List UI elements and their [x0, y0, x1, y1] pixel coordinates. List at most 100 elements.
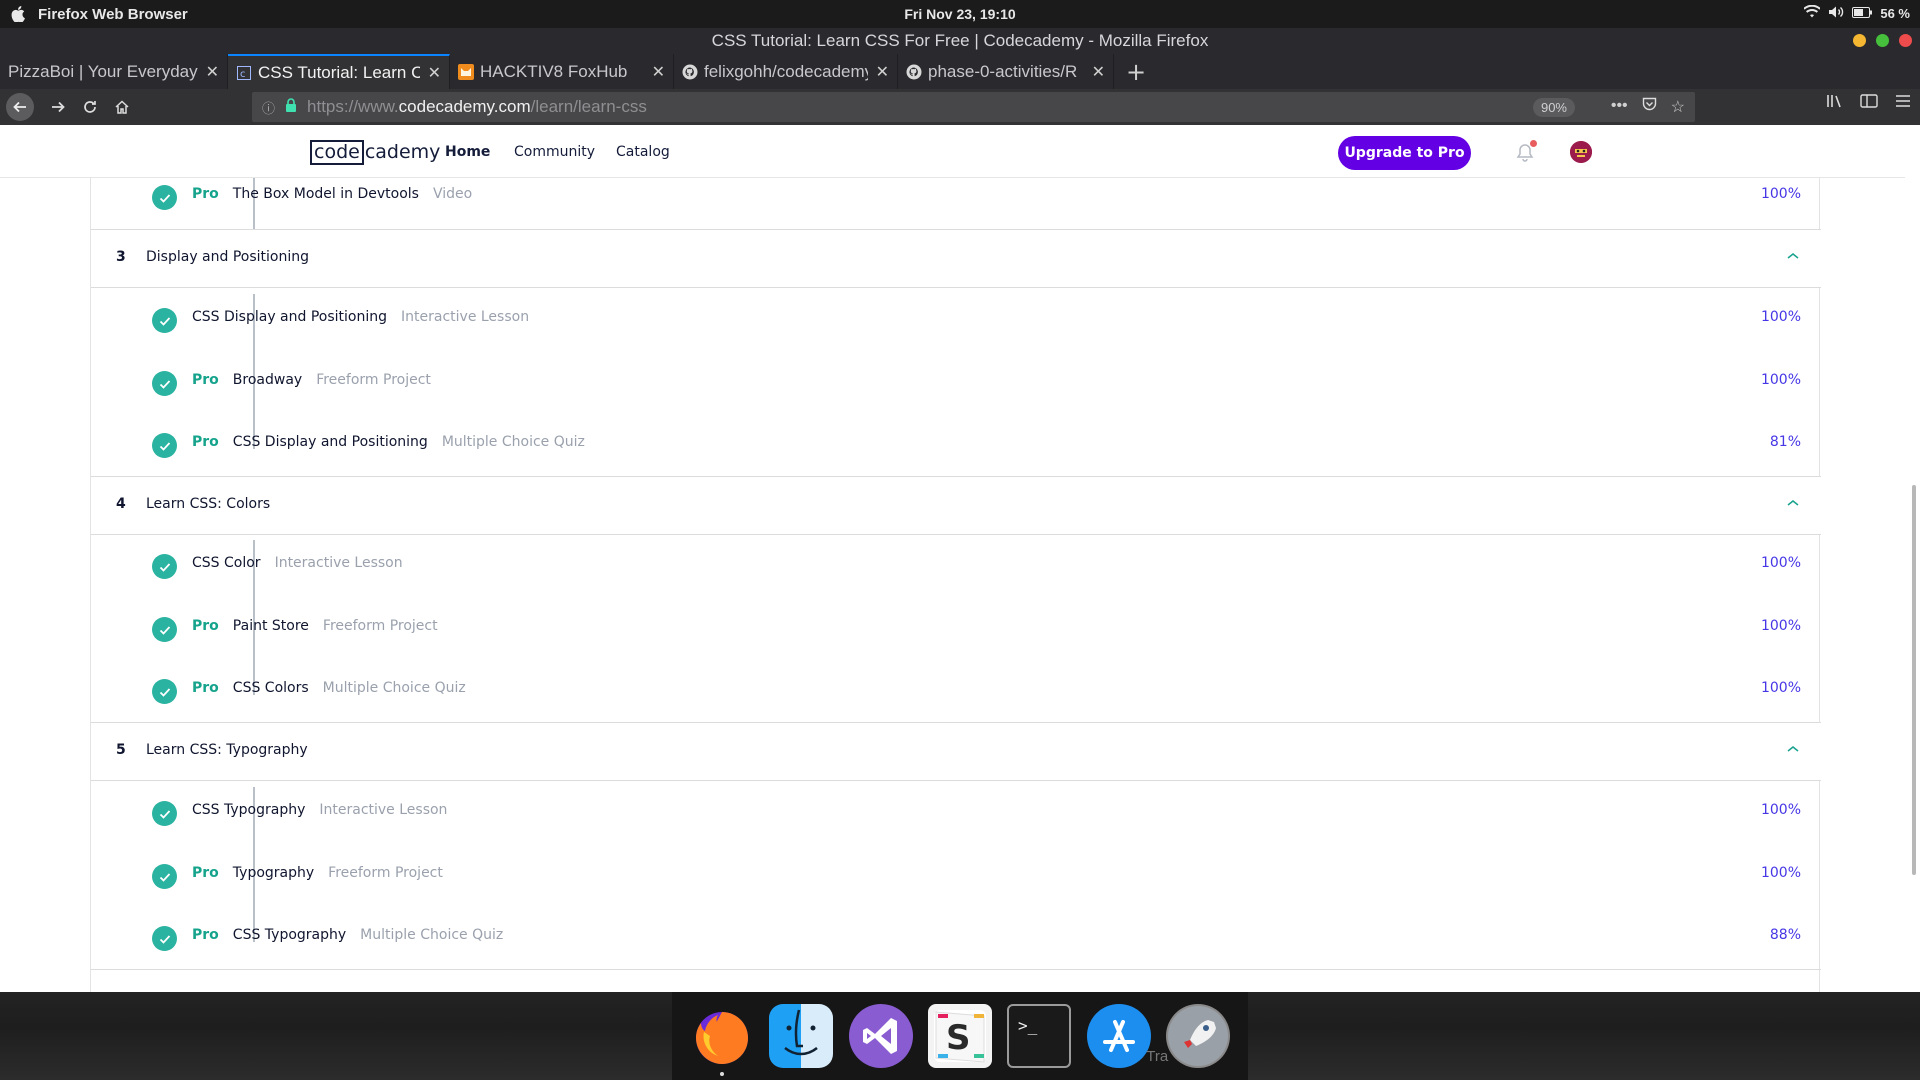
- tab-github-phase0[interactable]: phase-0-activities/R ✕: [898, 54, 1114, 89]
- apple-icon[interactable]: [10, 6, 26, 22]
- zoom-indicator[interactable]: 90%: [1532, 98, 1575, 117]
- codecademy-icon: c: [236, 65, 252, 81]
- slack-icon[interactable]: S: [927, 1004, 992, 1068]
- lesson-type: Video: [432, 186, 473, 202]
- pro-label: Pro: [192, 372, 219, 388]
- lesson-row[interactable]: Pro Paint Store Freeform Project 100%: [91, 598, 1821, 660]
- app-store-icon[interactable]: [1086, 1004, 1151, 1068]
- sidebar-icon[interactable]: [1860, 93, 1878, 113]
- trash-label: Tra: [1146, 1048, 1169, 1065]
- lesson-name: CSS Colors: [232, 680, 309, 696]
- finder-icon[interactable]: [769, 1004, 834, 1068]
- section-header-typography[interactable]: 5 Learn CSS: Typography: [91, 722, 1821, 781]
- volume-icon[interactable]: [1828, 5, 1844, 22]
- navigation-toolbar: ⓘ https://www.codecademy.com/learn/learn…: [0, 89, 1920, 125]
- lesson-progress: 100%: [1760, 372, 1801, 388]
- lesson-progress: 100%: [1760, 555, 1801, 571]
- visual-studio-icon[interactable]: [848, 1004, 913, 1068]
- pro-label: Pro: [192, 927, 219, 943]
- upgrade-to-pro-button[interactable]: Upgrade to Pro: [1338, 136, 1471, 170]
- window-controls: [1853, 34, 1912, 47]
- lesson-row[interactable]: CSS Color Interactive Lesson 100%: [91, 535, 1821, 597]
- checkmark-icon: [152, 679, 177, 704]
- lesson-row[interactable]: Pro CSS Typography Multiple Choice Quiz 88…: [91, 907, 1821, 969]
- url-text[interactable]: https://www.codecademy.com/learn/learn-c…: [307, 97, 647, 117]
- battery-percent[interactable]: 56 %: [1880, 6, 1910, 21]
- system-tray: 56 %: [1803, 4, 1910, 22]
- nav-home[interactable]: Home: [445, 144, 490, 160]
- window-title-bar: CSS Tutorial: Learn CSS For Free | Codec…: [0, 28, 1920, 54]
- close-tab-icon[interactable]: ✕: [428, 63, 441, 83]
- section-header-display-positioning[interactable]: 3 Display and Positioning: [91, 229, 1821, 288]
- lesson-row[interactable]: Pro Typography Freeform Project 100%: [91, 845, 1821, 907]
- reload-button[interactable]: [76, 93, 104, 121]
- foxhub-icon: [458, 63, 474, 80]
- chevron-up-icon[interactable]: [1785, 495, 1801, 511]
- bookmark-star-icon[interactable]: ☆: [1671, 97, 1685, 117]
- lock-icon[interactable]: [285, 97, 297, 117]
- page-scrollbar[interactable]: [1912, 485, 1916, 875]
- lesson-name: CSS Typography: [192, 802, 306, 818]
- chevron-up-icon[interactable]: [1785, 248, 1801, 264]
- back-button[interactable]: [6, 93, 34, 121]
- home-button[interactable]: [108, 93, 136, 121]
- tab-label: CSS Tutorial: Learn CSS For Free: [258, 62, 420, 82]
- lesson-name: Paint Store: [232, 618, 309, 634]
- reload-icon: [84, 101, 96, 113]
- hamburger-menu-icon[interactable]: [1894, 93, 1912, 113]
- checkmark-icon: [152, 185, 177, 210]
- lesson-type: Multiple Choice Quiz: [360, 927, 504, 943]
- lesson-row[interactable]: Pro Broadway Freeform Project 100%: [91, 352, 1821, 414]
- pro-label: Pro: [192, 680, 219, 696]
- close-window-button[interactable]: [1899, 34, 1912, 47]
- active-app-name[interactable]: Firefox Web Browser: [38, 6, 188, 23]
- section-title: Learn CSS: Typography: [146, 742, 308, 758]
- pro-label: Pro: [192, 618, 219, 634]
- firefox-icon[interactable]: [690, 1004, 754, 1076]
- wifi-icon[interactable]: [1803, 4, 1822, 22]
- nav-community[interactable]: Community: [514, 144, 595, 160]
- tab-label: HACKTIV8 FoxHub: [480, 61, 628, 81]
- tab-label: felixgohh/codecademy: [704, 61, 868, 81]
- tab-github-codecademy[interactable]: felixgohh/codecademy ✕: [674, 54, 898, 89]
- close-tab-icon[interactable]: ✕: [652, 62, 665, 82]
- pro-label: Pro: [192, 434, 219, 450]
- terminal-icon[interactable]: >_: [1007, 1004, 1072, 1068]
- info-icon[interactable]: ⓘ: [262, 98, 275, 117]
- section-header-colors[interactable]: 4 Learn CSS: Colors: [91, 476, 1821, 535]
- launchpad-icon[interactable]: Tra: [1146, 1004, 1231, 1068]
- tab-foxhub[interactable]: HACKTIV8 FoxHub ✕: [450, 54, 674, 89]
- lesson-row[interactable]: Pro CSS Display and Positioning Multiple C…: [91, 414, 1821, 476]
- tab-pizzaboi[interactable]: PizzaBoi | Your Everyday Pizza ✕: [0, 54, 228, 89]
- battery-icon[interactable]: [1852, 6, 1873, 21]
- svg-text:>_: >_: [1018, 1016, 1038, 1035]
- library-icon[interactable]: [1826, 93, 1844, 113]
- section-title: Display and Positioning: [146, 249, 310, 265]
- new-tab-button[interactable]: +: [1114, 54, 1158, 89]
- more-actions-icon[interactable]: •••: [1611, 97, 1628, 117]
- tab-codecademy[interactable]: c CSS Tutorial: Learn CSS For Free ✕: [228, 54, 450, 89]
- lesson-type: Freeform Project: [328, 865, 443, 881]
- tab-strip: PizzaBoi | Your Everyday Pizza ✕ c CSS T…: [0, 54, 1920, 89]
- system-clock[interactable]: Fri Nov 23, 19:10: [0, 6, 1920, 22]
- nav-catalog[interactable]: Catalog: [616, 144, 670, 160]
- minimize-button[interactable]: [1853, 34, 1866, 47]
- close-tab-icon[interactable]: ✕: [206, 62, 219, 82]
- checkmark-icon: [152, 433, 177, 458]
- url-bar[interactable]: ⓘ https://www.codecademy.com/learn/learn…: [252, 92, 1695, 122]
- chevron-up-icon[interactable]: [1785, 741, 1801, 757]
- lesson-row[interactable]: CSS Typography Interactive Lesson 100%: [91, 782, 1821, 844]
- forward-button[interactable]: [44, 93, 72, 121]
- close-tab-icon[interactable]: ✕: [876, 62, 889, 82]
- checkmark-icon: [152, 864, 177, 889]
- codecademy-logo[interactable]: code cademy: [310, 140, 440, 165]
- pocket-icon[interactable]: [1642, 97, 1657, 117]
- lesson-type: Interactive Lesson: [274, 555, 403, 571]
- close-tab-icon[interactable]: ✕: [1092, 62, 1105, 82]
- lesson-row[interactable]: CSS Display and Positioning Interactive L…: [91, 289, 1821, 351]
- user-avatar[interactable]: [1570, 141, 1592, 163]
- lesson-row[interactable]: Pro CSS Colors Multiple Choice Quiz 100%: [91, 660, 1821, 722]
- maximize-button[interactable]: [1876, 34, 1889, 47]
- lesson-type: Freeform Project: [316, 372, 431, 388]
- checkmark-icon: [152, 801, 177, 826]
